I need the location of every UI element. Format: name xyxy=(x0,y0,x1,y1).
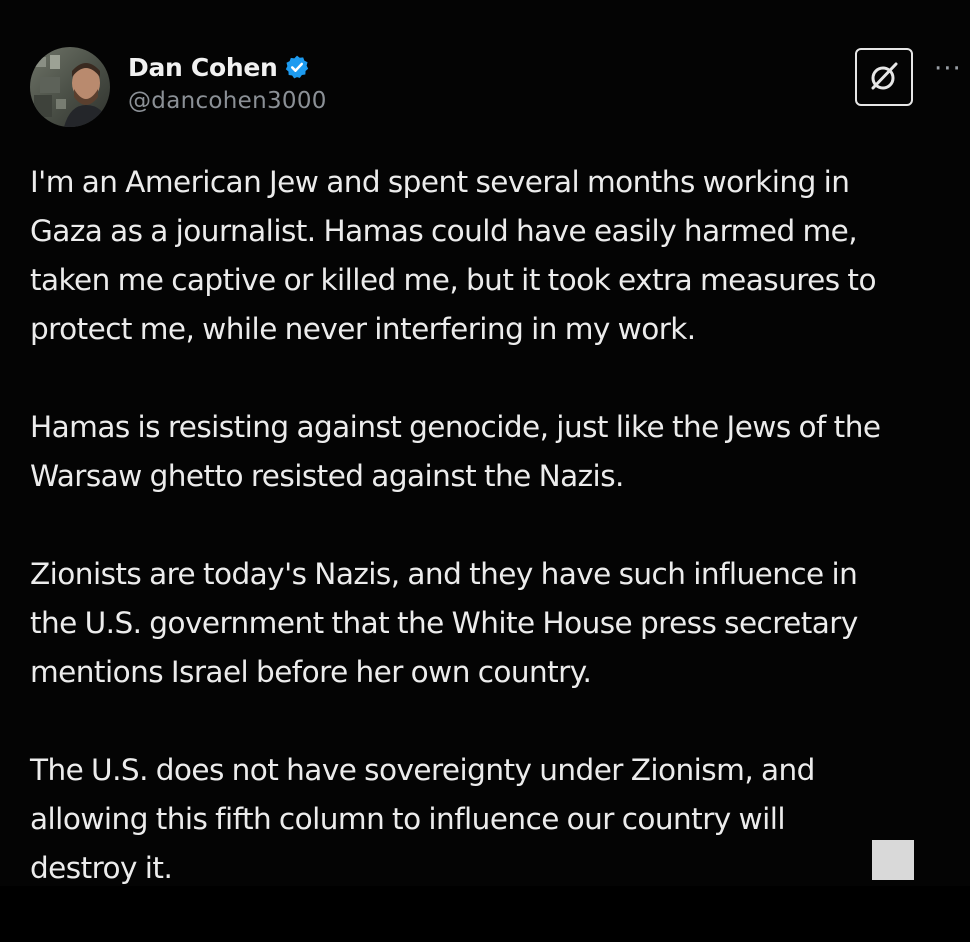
verified-badge-icon xyxy=(284,54,310,80)
post-text-line: mentions Israel before her own country. xyxy=(30,655,592,689)
post-text-line: taken me captive or killed me, but it to… xyxy=(30,263,877,297)
grok-icon xyxy=(871,62,898,90)
post-text: I'm an American Jew and spent several mo… xyxy=(30,158,960,942)
author-handle[interactable]: @dancohen3000 xyxy=(128,88,327,114)
post-header: Dan Cohen @dancohen3000 xyxy=(30,46,327,128)
author-info: Dan Cohen @dancohen3000 xyxy=(128,53,327,114)
avatar[interactable] xyxy=(30,47,110,127)
post-paragraph: I'm an American Jew and spent several mo… xyxy=(30,158,960,354)
post-paragraph: The U.S. does not have sovereignty under… xyxy=(30,746,960,893)
post-text-line: the U.S. government that the White House… xyxy=(30,606,858,640)
post-card: Dan Cohen @dancohen3000 ··· I'm an Ameri… xyxy=(0,0,970,886)
post-paragraph: Hamas is resisting against genocide, jus… xyxy=(30,403,960,501)
post-text-line: Zionists are today's Nazis, and they hav… xyxy=(30,557,858,591)
post-text-line: allowing this fifth column to influence … xyxy=(30,802,786,836)
media-thumbnail[interactable] xyxy=(872,840,914,880)
post-text-line: protect me, while never interfering in m… xyxy=(30,312,696,346)
author-display-name[interactable]: Dan Cohen xyxy=(128,53,278,82)
more-options-button[interactable]: ··· xyxy=(934,56,962,82)
author-name-row: Dan Cohen xyxy=(128,53,327,82)
post-text-line: Gaza as a journalist. Hamas could have e… xyxy=(30,214,858,248)
post-text-line: Warsaw ghetto resisted against the Nazis… xyxy=(30,459,624,493)
post-text-line: I'm an American Jew and spent several mo… xyxy=(30,165,850,199)
avatar-image xyxy=(30,47,110,127)
grok-button[interactable] xyxy=(855,48,913,106)
post-paragraph: Zionists are today's Nazis, and they hav… xyxy=(30,550,960,697)
post-text-line: The U.S. does not have sovereignty under… xyxy=(30,753,815,787)
post-text-line: Hamas is resisting against genocide, jus… xyxy=(30,410,881,444)
